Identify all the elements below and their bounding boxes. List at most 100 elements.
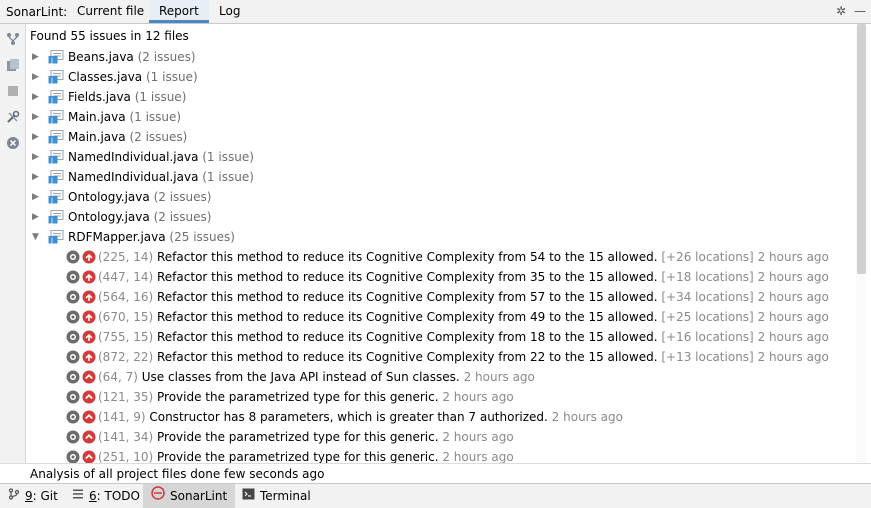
issue-row[interactable]: (225, 14) Refactor this method to reduce… xyxy=(66,247,866,267)
file-name-text: Main.java xyxy=(68,110,126,124)
chevron-right-icon[interactable]: ▶ xyxy=(32,187,44,207)
issue-count: (25 issues) xyxy=(169,230,235,244)
file-row[interactable]: ▶ J NamedIndividual.java (1 issue) xyxy=(32,147,852,167)
file-row[interactable]: ▶ J Fields.java (1 issue) xyxy=(32,87,852,107)
bottom-tab-sonarlint[interactable]: SonarLint xyxy=(143,484,236,508)
bottom-tab-terminal[interactable]: Terminal xyxy=(234,484,319,508)
file-name: Classes.java (1 issue) xyxy=(68,67,198,87)
svg-text:J: J xyxy=(50,237,53,245)
issue-text: (141, 9) Constructor has 8 parameters, w… xyxy=(98,407,623,427)
tab-log[interactable]: Log xyxy=(209,0,250,23)
chevron-down-icon[interactable]: ▼ xyxy=(32,227,44,247)
scrollbar-thumb[interactable] xyxy=(857,24,866,274)
clear-icon[interactable] xyxy=(4,134,22,152)
file-name: RDFMapper.java (25 issues) xyxy=(68,227,235,247)
issue-locations-count: [+16 locations] xyxy=(661,330,754,344)
stop-icon[interactable] xyxy=(4,82,22,100)
bottom-tab-todo[interactable]: 6: TODO xyxy=(64,484,148,508)
group-icon[interactable] xyxy=(4,30,22,48)
tab-label: Current file xyxy=(77,4,145,18)
file-row[interactable]: ▶ J Main.java (1 issue) xyxy=(32,107,852,127)
file-name: Ontology.java (2 issues) xyxy=(68,207,211,227)
issue-count: (2 issues) xyxy=(129,130,188,144)
issue-row[interactable]: (141, 34) Provide the parametrized type … xyxy=(66,427,866,447)
issue-count: (1 issue) xyxy=(129,110,182,124)
tools-icon[interactable] xyxy=(4,108,22,126)
svg-text:J: J xyxy=(50,57,53,65)
file-row[interactable]: ▶ J Beans.java (2 issues) xyxy=(32,47,852,67)
issue-row[interactable]: (64, 7) Use classes from the Java API in… xyxy=(66,367,866,387)
file-row[interactable]: ▶ J Main.java (2 issues) xyxy=(32,127,852,147)
critical-severity-icon xyxy=(82,310,96,324)
file-name-text: Ontology.java xyxy=(68,190,150,204)
chevron-right-icon[interactable]: ▶ xyxy=(32,167,44,187)
svg-text:J: J xyxy=(50,197,53,205)
java-file-icon: J xyxy=(48,70,64,85)
issue-row[interactable]: (755, 15) Refactor this method to reduce… xyxy=(66,327,866,347)
critical-severity-icon xyxy=(82,270,96,284)
major-severity-icon xyxy=(82,370,96,384)
java-file-icon: J xyxy=(48,190,64,205)
issue-text: (141, 34) Provide the parametrized type … xyxy=(98,427,514,447)
svg-text:J: J xyxy=(50,157,53,165)
tab-report[interactable]: Report xyxy=(149,0,209,23)
chevron-right-icon[interactable]: ▶ xyxy=(32,127,44,147)
java-file-icon: J xyxy=(48,130,64,145)
chevron-right-icon[interactable]: ▶ xyxy=(32,87,44,107)
svg-text:J: J xyxy=(50,137,53,145)
issue-message: Use classes from the Java API instead of… xyxy=(141,370,460,384)
tool-window-title: SonarLint: xyxy=(6,5,68,19)
issue-row[interactable]: (872, 22) Refactor this method to reduce… xyxy=(66,347,866,367)
file-name-text: Classes.java xyxy=(68,70,143,84)
tab-current-file[interactable]: Current file xyxy=(67,0,154,23)
issue-count: (2 issues) xyxy=(153,190,212,204)
java-file-icon: J xyxy=(48,90,64,105)
issue-row[interactable]: (564, 16) Refactor this method to reduce… xyxy=(66,287,866,307)
issue-message: Provide the parametrized type for this g… xyxy=(157,450,439,464)
terminal-icon xyxy=(242,484,255,508)
file-row[interactable]: ▼ J RDFMapper.java (25 issues) xyxy=(32,227,852,247)
file-row[interactable]: ▶ J Ontology.java (2 issues) xyxy=(32,187,852,207)
issue-row[interactable]: (141, 9) Constructor has 8 parameters, w… xyxy=(66,407,866,427)
file-name-text: NamedIndividual.java xyxy=(68,150,199,164)
issue-row[interactable]: (121, 35) Provide the parametrized type … xyxy=(66,387,866,407)
file-name: Beans.java (2 issues) xyxy=(68,47,196,67)
file-name-text: Beans.java xyxy=(68,50,134,64)
minimize-icon[interactable]: — xyxy=(854,4,866,18)
issue-locations-count: [+13 locations] xyxy=(661,350,754,364)
issue-message: Provide the parametrized type for this g… xyxy=(157,430,439,444)
java-file-icon: J xyxy=(48,170,64,185)
issue-row[interactable]: (670, 15) Refactor this method to reduce… xyxy=(66,307,866,327)
issue-count: (1 issue) xyxy=(202,150,254,164)
status-text: Analysis of all project files done few s… xyxy=(0,463,871,483)
issue-text: (121, 35) Provide the parametrized type … xyxy=(98,387,514,407)
file-row[interactable]: ▶ J Ontology.java (2 issues) xyxy=(32,207,852,227)
issue-text: (670, 15) Refactor this method to reduce… xyxy=(98,307,829,327)
java-file-icon: J xyxy=(48,230,64,245)
bug-type-icon xyxy=(66,410,80,424)
bottom-tab-git[interactable]: 9: Git xyxy=(0,484,66,508)
chevron-right-icon[interactable]: ▶ xyxy=(32,207,44,227)
file-name: Main.java (2 issues) xyxy=(68,127,187,147)
issue-location: (225, 14) xyxy=(98,250,154,264)
settings-icon[interactable]: ✲ xyxy=(836,4,846,18)
file-row[interactable]: ▶ J NamedIndividual.java (1 issue) xyxy=(32,167,852,187)
tab-label: Log xyxy=(219,4,241,18)
chevron-right-icon[interactable]: ▶ xyxy=(32,107,44,127)
sonarlint-icon xyxy=(151,484,165,508)
files-icon[interactable] xyxy=(4,56,22,74)
chevron-right-icon[interactable]: ▶ xyxy=(32,47,44,67)
file-row[interactable]: ▶ J Classes.java (1 issue) xyxy=(32,67,852,87)
issue-row[interactable]: (251, 10) Provide the parametrized type … xyxy=(66,447,866,464)
issues-panel: Found 55 issues in 12 files ▶ J Beans.java… xyxy=(26,24,866,464)
critical-severity-icon xyxy=(82,350,96,364)
issue-message: Refactor this method to reduce its Cogni… xyxy=(157,290,658,304)
issue-location: (141, 34) xyxy=(98,430,154,444)
issue-row[interactable]: (447, 14) Refactor this method to reduce… xyxy=(66,267,866,287)
issue-message: Provide the parametrized type for this g… xyxy=(157,390,439,404)
file-name: Main.java (1 issue) xyxy=(68,107,181,127)
bottom-toolbar: 9: Git 6: TODO SonarLint Terminal xyxy=(0,483,871,508)
chevron-right-icon[interactable]: ▶ xyxy=(32,67,44,87)
chevron-right-icon[interactable]: ▶ xyxy=(32,147,44,167)
issue-locations-count: [+34 locations] xyxy=(661,290,754,304)
